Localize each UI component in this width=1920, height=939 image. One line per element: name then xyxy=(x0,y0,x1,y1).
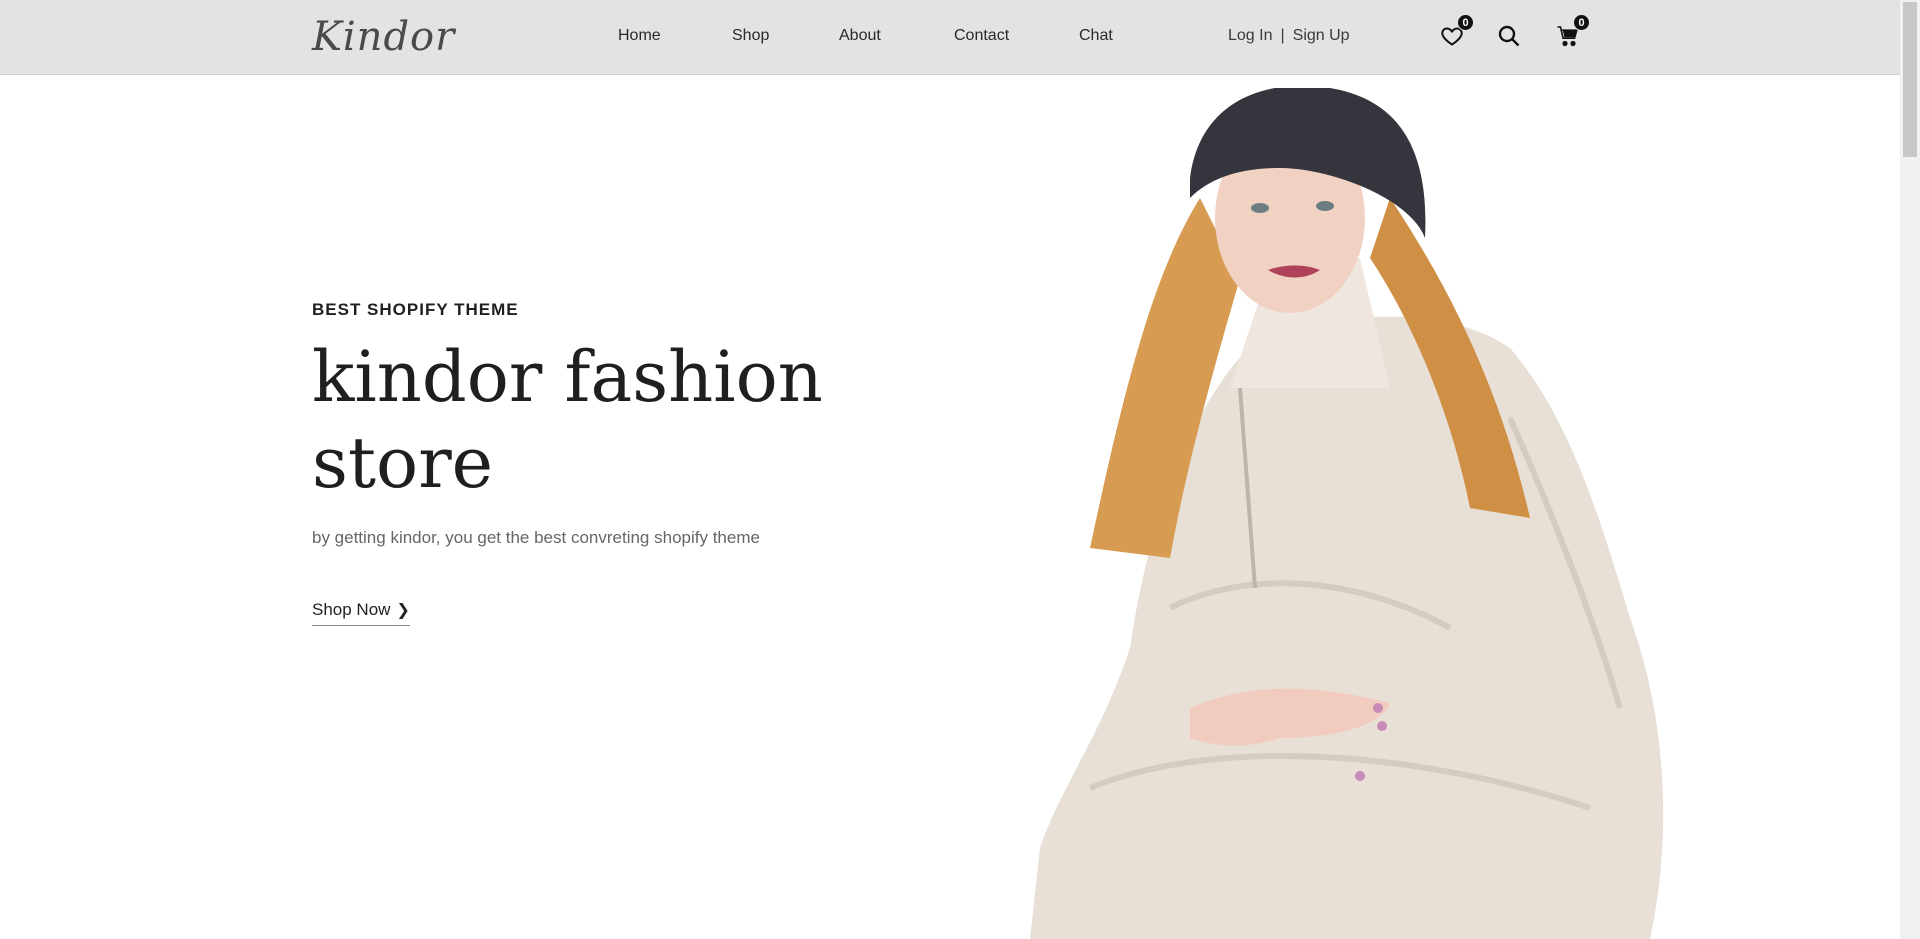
shop-now-button[interactable]: Shop Now ❯ xyxy=(312,600,410,626)
wishlist-button[interactable]: 0 xyxy=(1438,14,1474,50)
hero-headline-line2: store xyxy=(312,422,494,504)
nav-shop[interactable]: Shop xyxy=(732,27,769,45)
auth-separator: | xyxy=(1280,27,1285,44)
hero-eyebrow: BEST SHOPIFY THEME xyxy=(312,300,519,319)
wishlist-count-badge: 0 xyxy=(1457,14,1474,31)
nav-about[interactable]: About xyxy=(839,27,881,45)
scrollbar-thumb[interactable] xyxy=(1903,2,1917,157)
auth-links: Log In | Sign Up xyxy=(1228,27,1350,45)
shop-now-label: Shop Now xyxy=(312,600,391,619)
site-logo[interactable]: Kindor xyxy=(312,12,455,62)
cart-button[interactable]: 0 xyxy=(1554,14,1590,50)
hero-headline-line1: kindor fashion xyxy=(312,336,823,418)
hero-headline: kindor fashion store xyxy=(312,334,932,506)
nav-contact[interactable]: Contact xyxy=(954,27,1009,45)
site-header: Kindor Home Shop About Contact Chat Log … xyxy=(0,0,1900,75)
search-button[interactable] xyxy=(1495,22,1523,50)
search-icon xyxy=(1498,25,1520,47)
hero-model-image xyxy=(1030,88,1664,939)
nav-home[interactable]: Home xyxy=(618,27,661,45)
login-link[interactable]: Log In xyxy=(1228,27,1272,44)
hero-section: BEST SHOPIFY THEME kindor fashion store … xyxy=(312,300,932,626)
chevron-right-icon: ❯ xyxy=(396,602,410,619)
cart-count-badge: 0 xyxy=(1573,14,1590,31)
page-scrollbar[interactable] xyxy=(1900,0,1920,939)
hero-subline: by getting kindor, you get the best conv… xyxy=(312,528,760,547)
signup-link[interactable]: Sign Up xyxy=(1293,27,1350,44)
nav-chat[interactable]: Chat xyxy=(1079,27,1113,45)
